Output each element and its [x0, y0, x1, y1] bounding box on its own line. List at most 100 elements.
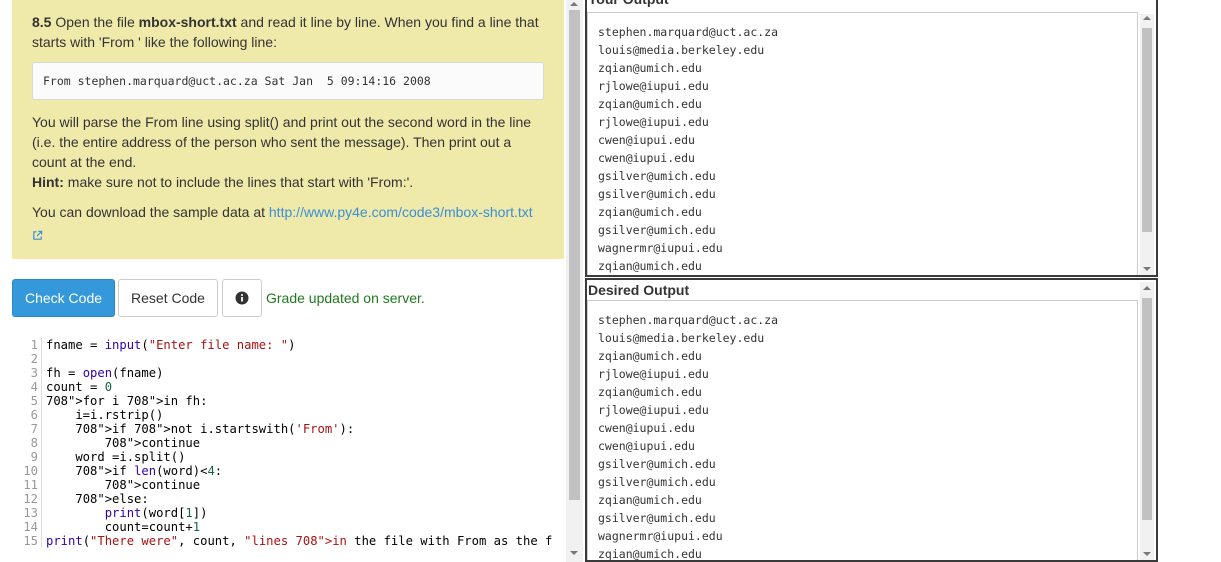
- output-line: zqian@umich.edu: [598, 493, 702, 507]
- output-line: stephen.marquard@uct.ac.za: [598, 313, 779, 327]
- check-code-button[interactable]: Check Code: [12, 279, 115, 317]
- hint-text: make sure not to include the lines that …: [63, 174, 414, 190]
- right-margin: [1158, 0, 1221, 562]
- line-number: 2: [12, 352, 42, 366]
- code-line[interactable]: 2: [12, 352, 564, 366]
- external-link-icon[interactable]: [32, 230, 43, 241]
- output-line: zqian@umich.edu: [598, 259, 702, 273]
- output-line: stephen.marquard@uct.ac.za: [598, 25, 779, 39]
- code-line[interactable]: 14 count=count+1: [12, 520, 564, 534]
- line-number: 13: [12, 506, 42, 520]
- line-number: 10: [12, 464, 42, 478]
- scroll-up-arrow-icon[interactable]: [570, 2, 578, 6]
- code-line[interactable]: 5 708">for i 708">in fh:: [12, 394, 564, 408]
- line-number: 7: [12, 422, 42, 436]
- output-line: cwen@iupui.edu: [598, 151, 695, 165]
- desired-output-scrollbar-thumb[interactable]: [1142, 298, 1152, 520]
- code-editor[interactable]: 1 fname = input("Enter file name: ") 2 3 fh …: [12, 338, 564, 562]
- code-line[interactable]: 12 708">else:: [12, 492, 564, 506]
- output-line: zqian@umich.edu: [598, 547, 702, 561]
- scroll-down-arrow-icon[interactable]: [1143, 552, 1151, 556]
- line-number: 14: [12, 520, 42, 534]
- page-scrollbar[interactable]: [566, 0, 583, 562]
- output-line: wagnermr@iupui.edu: [598, 241, 723, 255]
- desired-output-panel: Desired Output stephen.marquard@uct.ac.z…: [585, 278, 1158, 562]
- line-number: 3: [12, 366, 42, 380]
- output-line: zqian@umich.edu: [598, 385, 702, 399]
- scroll-up-arrow-icon[interactable]: [1143, 286, 1151, 290]
- output-line: rjlowe@iupui.edu: [598, 79, 709, 93]
- question-number: 8.5: [32, 14, 52, 30]
- code-text: fname = input("Enter file name: "): [46, 338, 296, 352]
- your-output-scrollbar-thumb[interactable]: [1142, 28, 1152, 232]
- code-text: 708">else:: [75, 492, 149, 506]
- your-output-box: stephen.marquard@uct.ac.za louis@media.be…: [587, 12, 1138, 275]
- hint-label: Hint:: [32, 174, 64, 190]
- download-note: You can download the sample data at http…: [32, 202, 544, 242]
- output-line: zqian@umich.edu: [598, 61, 702, 75]
- code-line[interactable]: 15 print("There were", count, "lines 708"…: [12, 534, 564, 548]
- question-instructions: You will parse the From line using split…: [32, 114, 532, 190]
- output-line: gsilver@umich.edu: [598, 457, 716, 471]
- output-line: gsilver@umich.edu: [598, 223, 716, 237]
- question-filename: mbox-short.txt: [138, 14, 237, 30]
- grade-status-message: Grade updated on server.: [266, 290, 425, 306]
- line-number: 6: [12, 408, 42, 422]
- output-line: rjlowe@iupui.edu: [598, 403, 709, 417]
- your-output-scrollbar[interactable]: [1140, 14, 1154, 275]
- code-text: i=i.rstrip(): [46, 408, 164, 422]
- output-line: zqian@umich.edu: [598, 205, 702, 219]
- output-line: gsilver@umich.edu: [598, 169, 716, 183]
- scroll-up-arrow-icon[interactable]: [1143, 16, 1151, 20]
- your-output-title: Your Output: [587, 0, 1156, 12]
- output-line: louis@media.berkeley.edu: [598, 43, 765, 57]
- output-line: zqian@umich.edu: [598, 97, 702, 111]
- page-scrollbar-thumb[interactable]: [569, 10, 580, 500]
- desired-output-scrollbar[interactable]: [1140, 282, 1154, 560]
- line-number: 11: [12, 478, 42, 492]
- desired-output-box: stephen.marquard@uct.ac.za louis@media.be…: [587, 300, 1138, 561]
- code-line[interactable]: 7 708">if 708">not i.startswith('From'):: [12, 422, 564, 436]
- output-line: cwen@iupui.edu: [598, 421, 695, 435]
- code-line[interactable]: 8 708">continue: [12, 436, 564, 450]
- code-line[interactable]: 9 word =i.split(): [12, 450, 564, 464]
- info-button[interactable]: [222, 279, 262, 317]
- code-line[interactable]: 11 708">continue: [12, 478, 564, 492]
- scroll-down-arrow-icon[interactable]: [570, 551, 578, 555]
- line-number: 4: [12, 380, 42, 394]
- code-line[interactable]: 10 708">if len(word)<4:: [12, 464, 564, 478]
- sample-from-line: From stephen.marquard@uct.ac.za Sat Jan …: [32, 62, 544, 100]
- code-text: 708">continue: [104, 478, 201, 492]
- output-line: louis@media.berkeley.edu: [598, 331, 765, 345]
- line-number: 9: [12, 450, 42, 464]
- output-line: rjlowe@iupui.edu: [598, 367, 709, 381]
- download-link[interactable]: http://www.py4e.com/code3/mbox-short.txt: [269, 204, 533, 220]
- code-line[interactable]: 6 i=i.rstrip(): [12, 408, 564, 422]
- output-line: zqian@umich.edu: [598, 349, 702, 363]
- output-line: gsilver@umich.edu: [598, 511, 716, 525]
- code-line[interactable]: 4 count = 0: [12, 380, 564, 394]
- code-line[interactable]: 1 fname = input("Enter file name: "): [12, 338, 564, 352]
- code-text: print("There were", count, "lines 708">i…: [46, 534, 553, 548]
- question-intro: 8.5 Open the file mbox-short.txt and rea…: [32, 14, 539, 50]
- your-output-panel: Your Output stephen.marquard@uct.ac.za lo…: [585, 0, 1158, 277]
- toolbar: Check Code Reset Code Grade updated on s…: [12, 279, 564, 319]
- output-line: cwen@iupui.edu: [598, 133, 695, 147]
- reset-code-button[interactable]: Reset Code: [118, 279, 218, 317]
- scroll-down-arrow-icon[interactable]: [1143, 267, 1151, 271]
- code-text: 708">if len(word)<4:: [75, 464, 223, 478]
- code-text: word =i.split(): [46, 450, 186, 464]
- output-line: rjlowe@iupui.edu: [598, 115, 709, 129]
- code-text: print(word[1]): [104, 506, 208, 520]
- code-text: 708">for i 708">in fh:: [46, 394, 208, 408]
- output-line: gsilver@umich.edu: [598, 475, 716, 489]
- code-text: fh = open(fname): [46, 366, 164, 380]
- output-line: gsilver@umich.edu: [598, 187, 716, 201]
- code-line[interactable]: 3 fh = open(fname): [12, 366, 564, 380]
- code-text: count = 0: [46, 380, 113, 394]
- info-icon: [235, 291, 249, 305]
- code-line[interactable]: 13 print(word[1]): [12, 506, 564, 520]
- desired-output-title: Desired Output: [588, 282, 690, 298]
- line-number: 5: [12, 394, 42, 408]
- line-number: 12: [12, 492, 42, 506]
